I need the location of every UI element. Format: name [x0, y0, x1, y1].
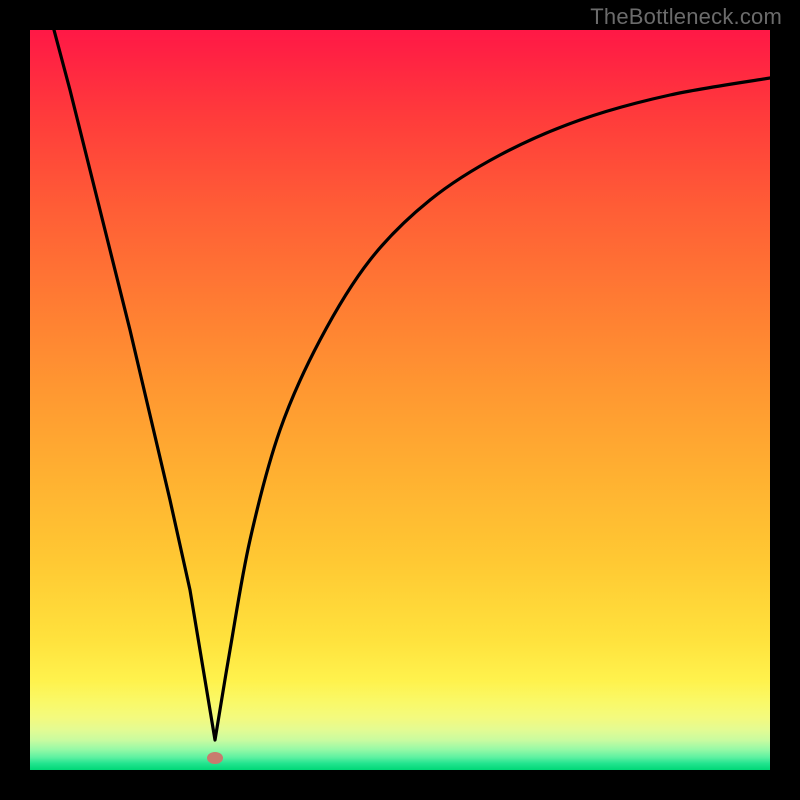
minimum-marker — [207, 752, 223, 764]
curve-path — [54, 30, 770, 740]
plot-area — [30, 30, 770, 770]
chart-frame: TheBottleneck.com — [0, 0, 800, 800]
watermark-text: TheBottleneck.com — [590, 4, 782, 30]
bottleneck-curve — [30, 30, 770, 770]
